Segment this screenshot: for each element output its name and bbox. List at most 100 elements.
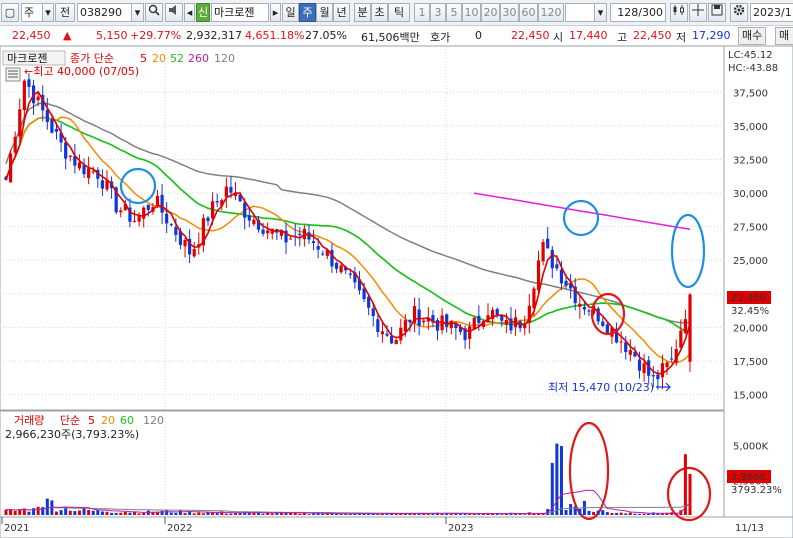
volume-bar <box>82 508 86 515</box>
interval-5[interactable]: 5 <box>446 3 462 22</box>
candle-body <box>445 314 449 328</box>
date-input[interactable]: 2023/11 <box>750 3 793 22</box>
volume-bar <box>215 512 219 515</box>
candle-body <box>683 319 688 333</box>
volume-bar <box>270 513 274 515</box>
x-label-2021: 2021 <box>4 523 29 534</box>
candle-body <box>36 96 40 101</box>
candle-body <box>536 260 541 291</box>
volume-bar <box>647 513 651 515</box>
candle-body <box>385 333 389 336</box>
price-tick-label: 25,000 <box>733 256 768 267</box>
volume-bar <box>321 513 325 515</box>
interval-120[interactable]: 120 <box>538 3 564 22</box>
period-day[interactable]: 일 <box>282 3 299 22</box>
prev-stock-icon[interactable]: ◂ <box>184 3 195 22</box>
volume-bar <box>41 507 45 515</box>
candle-body <box>670 358 674 360</box>
stock-chart[interactable]: 마크로젠 종가 단순 5 20 52 260 120 ←최고 40,000 (0… <box>0 46 793 538</box>
vol-legend-ma-5: 5 <box>88 414 95 427</box>
interval-1[interactable]: 1 <box>414 3 430 22</box>
period-minute[interactable]: 분 <box>354 3 371 22</box>
gear-icon[interactable] <box>730 3 748 22</box>
volume-bar <box>403 513 407 515</box>
candle-body <box>183 239 187 247</box>
interval-30[interactable]: 30 <box>500 3 519 22</box>
volume-bar <box>312 513 316 515</box>
volume-bar <box>100 511 104 515</box>
volume-bar <box>142 512 146 515</box>
candle-body <box>68 155 72 157</box>
candle-body <box>651 375 655 377</box>
interval-20[interactable]: 20 <box>481 3 500 22</box>
save-icon[interactable] <box>708 3 726 22</box>
high-annotation-arrow: ← <box>24 65 33 78</box>
buy-button[interactable]: 매수 <box>738 27 767 45</box>
volume-bar <box>105 511 109 515</box>
crosshair-icon[interactable] <box>689 3 707 22</box>
vol-legend-ma-20: 20 <box>101 414 115 427</box>
volume-bar <box>165 510 169 515</box>
interval-3[interactable]: 3 <box>430 3 446 22</box>
candle-body <box>559 269 564 284</box>
market-selector[interactable]: 주 <box>21 3 43 22</box>
interval-60[interactable]: 60 <box>519 3 538 22</box>
volume-bar <box>238 513 242 515</box>
speaker-icon[interactable] <box>165 3 183 22</box>
next-stock-icon[interactable]: ▸ <box>270 3 281 22</box>
price-tick-label: 37,500 <box>733 88 768 99</box>
volume-bar <box>261 513 265 515</box>
interval-10[interactable]: 10 <box>462 3 481 22</box>
volume-bar <box>87 509 91 515</box>
period-year[interactable]: 년 <box>333 3 350 22</box>
volume-bar <box>344 514 348 515</box>
code-dropdown-icon[interactable]: ▾ <box>131 3 144 22</box>
volume-bar <box>628 512 632 515</box>
price-tick-label: 15,000 <box>733 391 768 402</box>
candle-body <box>435 320 440 331</box>
period-second[interactable]: 초 <box>371 3 388 22</box>
count-display[interactable]: 128/300 <box>610 3 666 22</box>
period-month[interactable]: 월 <box>316 3 333 22</box>
search-icon[interactable] <box>145 3 163 22</box>
period-week[interactable]: 주 <box>299 3 316 22</box>
candle-body <box>403 320 407 332</box>
candle-body <box>174 227 178 235</box>
candle-body <box>495 308 499 316</box>
volume-bar <box>27 511 31 515</box>
stock-code-input[interactable]: 038290 <box>77 3 132 22</box>
x-label-right: 11/13 <box>735 523 764 534</box>
volume-bar <box>592 511 596 515</box>
volume-bar <box>578 508 582 515</box>
candle-body <box>18 109 22 137</box>
sell-button[interactable]: 매 <box>775 27 793 45</box>
candle-body <box>165 213 169 224</box>
hoga-label: 호가 <box>430 31 451 44</box>
volume-bar <box>307 514 311 515</box>
candle-body <box>247 215 251 221</box>
market-dropdown-icon[interactable]: ▾ <box>42 3 54 22</box>
open-price-value: 22,450 <box>511 29 550 42</box>
legend-ma-20: 20 <box>152 52 166 65</box>
period-tick[interactable]: 틱 <box>388 3 410 22</box>
vol-legend-ma-60: 60 <box>120 414 134 427</box>
prev-button[interactable]: 전 <box>55 3 75 22</box>
current-price-pct: 32.45% <box>731 306 769 317</box>
volume-bar <box>36 506 40 515</box>
x-axis-panel <box>0 516 793 538</box>
interval-dropdown-icon[interactable]: ▾ <box>594 3 607 22</box>
candle-body <box>146 204 150 210</box>
high-label: 고 <box>617 31 628 44</box>
x-label-2022: 2022 <box>167 523 192 534</box>
price-change-pct: +29.77% <box>130 29 182 42</box>
trade-amount: 61,506백만 <box>361 31 420 44</box>
window-menu-icon[interactable]: ▢ <box>1 3 19 22</box>
x-label-2023: 2023 <box>448 523 473 534</box>
volume-bar <box>137 513 141 515</box>
candle-type-icon[interactable] <box>670 3 688 22</box>
volume-bar <box>564 509 568 515</box>
candle-body <box>132 220 137 222</box>
legend-ma-5: 5 <box>140 52 147 65</box>
candle-body <box>624 342 628 353</box>
candle-body <box>582 306 587 310</box>
